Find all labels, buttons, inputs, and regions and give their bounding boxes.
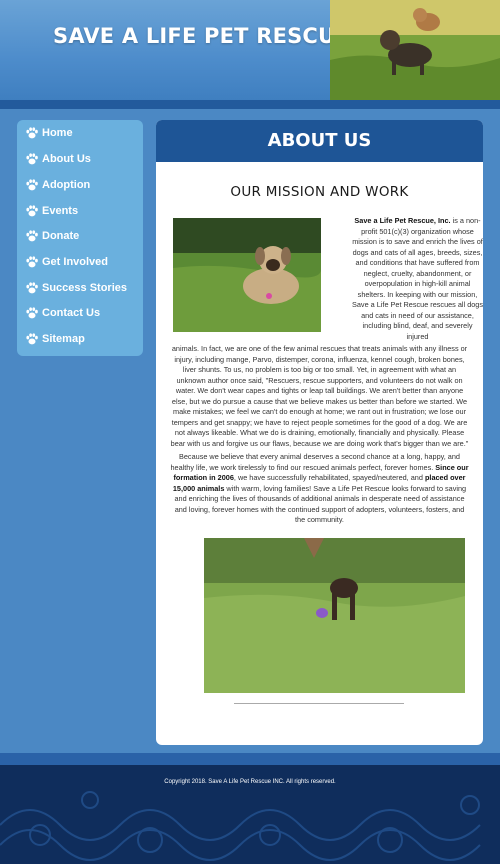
puppy-photo (173, 218, 321, 332)
nav-item-label: About Us (42, 153, 91, 165)
page-title: ABOUT US (267, 130, 372, 151)
nav-item-events[interactable]: Events (17, 200, 143, 224)
nav-item-sitemap[interactable]: Sitemap (17, 328, 143, 352)
paragraph-formation: Because we believe that every animal des… (170, 452, 469, 526)
nav-item-contact-us[interactable]: Contact Us (17, 302, 143, 326)
nav-item-label: Home (42, 127, 73, 139)
sidebar-nav: Home About Us Adoption Events Donate Get… (17, 120, 143, 356)
paragraph-rescuers: animals. In fact, we are one of the few … (170, 344, 469, 448)
dog-playing-photo (204, 538, 465, 693)
nav-item-get-involved[interactable]: Get Involved (17, 251, 143, 275)
nav-item-label: Get Involved (42, 256, 109, 268)
paw-icon (25, 255, 39, 269)
nav-item-label: Adoption (42, 179, 91, 191)
nav-item-label: Donate (42, 230, 80, 242)
nav-item-label: Success Stories (42, 282, 127, 294)
nav-item-label: Events (42, 205, 79, 217)
nav-item-success-stories[interactable]: Success Stories (17, 277, 143, 301)
paragraph-text: Because we believe that every animal des… (170, 452, 460, 472)
paw-icon (25, 126, 39, 140)
copyright-text: Copyright 2018. Save A Life Pet Rescue I… (164, 779, 336, 785)
paw-icon (25, 306, 39, 320)
paw-icon (25, 229, 39, 243)
nav-item-about-us[interactable]: About Us (17, 148, 143, 172)
content-divider (234, 703, 404, 704)
site-footer: Copyright 2018. Save A Life Pet Rescue I… (0, 765, 500, 864)
site-header: SAVE A LIFE PET RESCUE (0, 0, 500, 100)
footer-edge (0, 753, 500, 765)
nav-item-adoption[interactable]: Adoption (17, 174, 143, 198)
nav-item-label: Sitemap (42, 333, 85, 345)
header-dog-photo (330, 0, 500, 100)
header-band (0, 100, 500, 109)
paw-icon (25, 332, 39, 346)
paw-icon (25, 281, 39, 295)
intro-text: Save a Life Pet Rescue, Inc. is a non-pr… (352, 216, 483, 342)
paragraph-text: , we have successfully rehabilitated, sp… (233, 473, 425, 482)
paw-icon (25, 204, 39, 218)
main-content: ABOUT US OUR MISSION AND WORK Save a Lif… (156, 120, 483, 745)
paw-icon (25, 178, 39, 192)
nav-item-home[interactable]: Home (17, 122, 143, 146)
section-heading: OUR MISSION AND WORK (230, 184, 409, 200)
organization-name: Save a Life Pet Rescue, Inc. (354, 216, 451, 225)
intro-body: is a non-profit 501(c)(3) organization w… (352, 216, 483, 341)
site-title[interactable]: SAVE A LIFE PET RESCUE (53, 24, 350, 48)
paw-icon (25, 152, 39, 166)
nav-item-label: Contact Us (42, 307, 101, 319)
content-heading-bar: ABOUT US (156, 120, 483, 162)
nav-item-donate[interactable]: Donate (17, 225, 143, 249)
